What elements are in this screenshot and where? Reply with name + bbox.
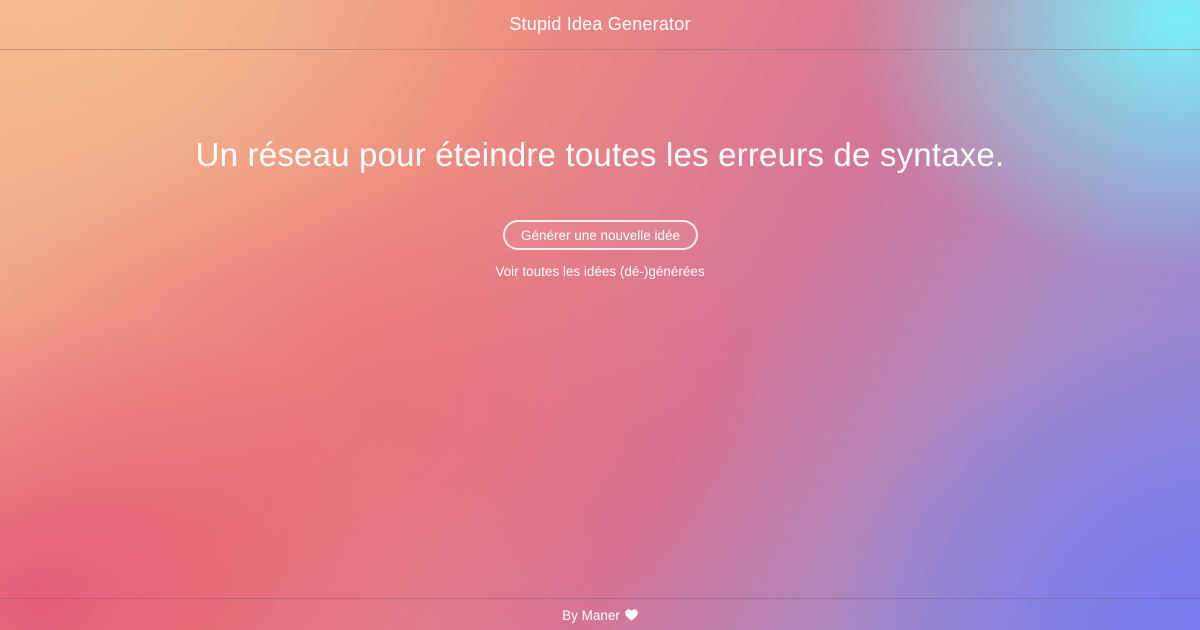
heart-icon	[625, 609, 638, 621]
view-all-ideas-link[interactable]: Voir toutes les idées (dé-)générées	[495, 264, 704, 279]
generate-idea-button[interactable]: Générer une nouvelle idée	[503, 220, 698, 250]
footer: By Maner	[0, 598, 1200, 630]
idea-text: Un réseau pour éteindre toutes les erreu…	[195, 136, 1005, 174]
app-title: Stupid Idea Generator	[509, 14, 691, 34]
top-bar: Stupid Idea Generator	[0, 0, 1200, 50]
footer-credit: By Maner	[562, 607, 620, 623]
all-ideas-link-container: Voir toutes les idées (dé-)générées	[0, 264, 1200, 279]
